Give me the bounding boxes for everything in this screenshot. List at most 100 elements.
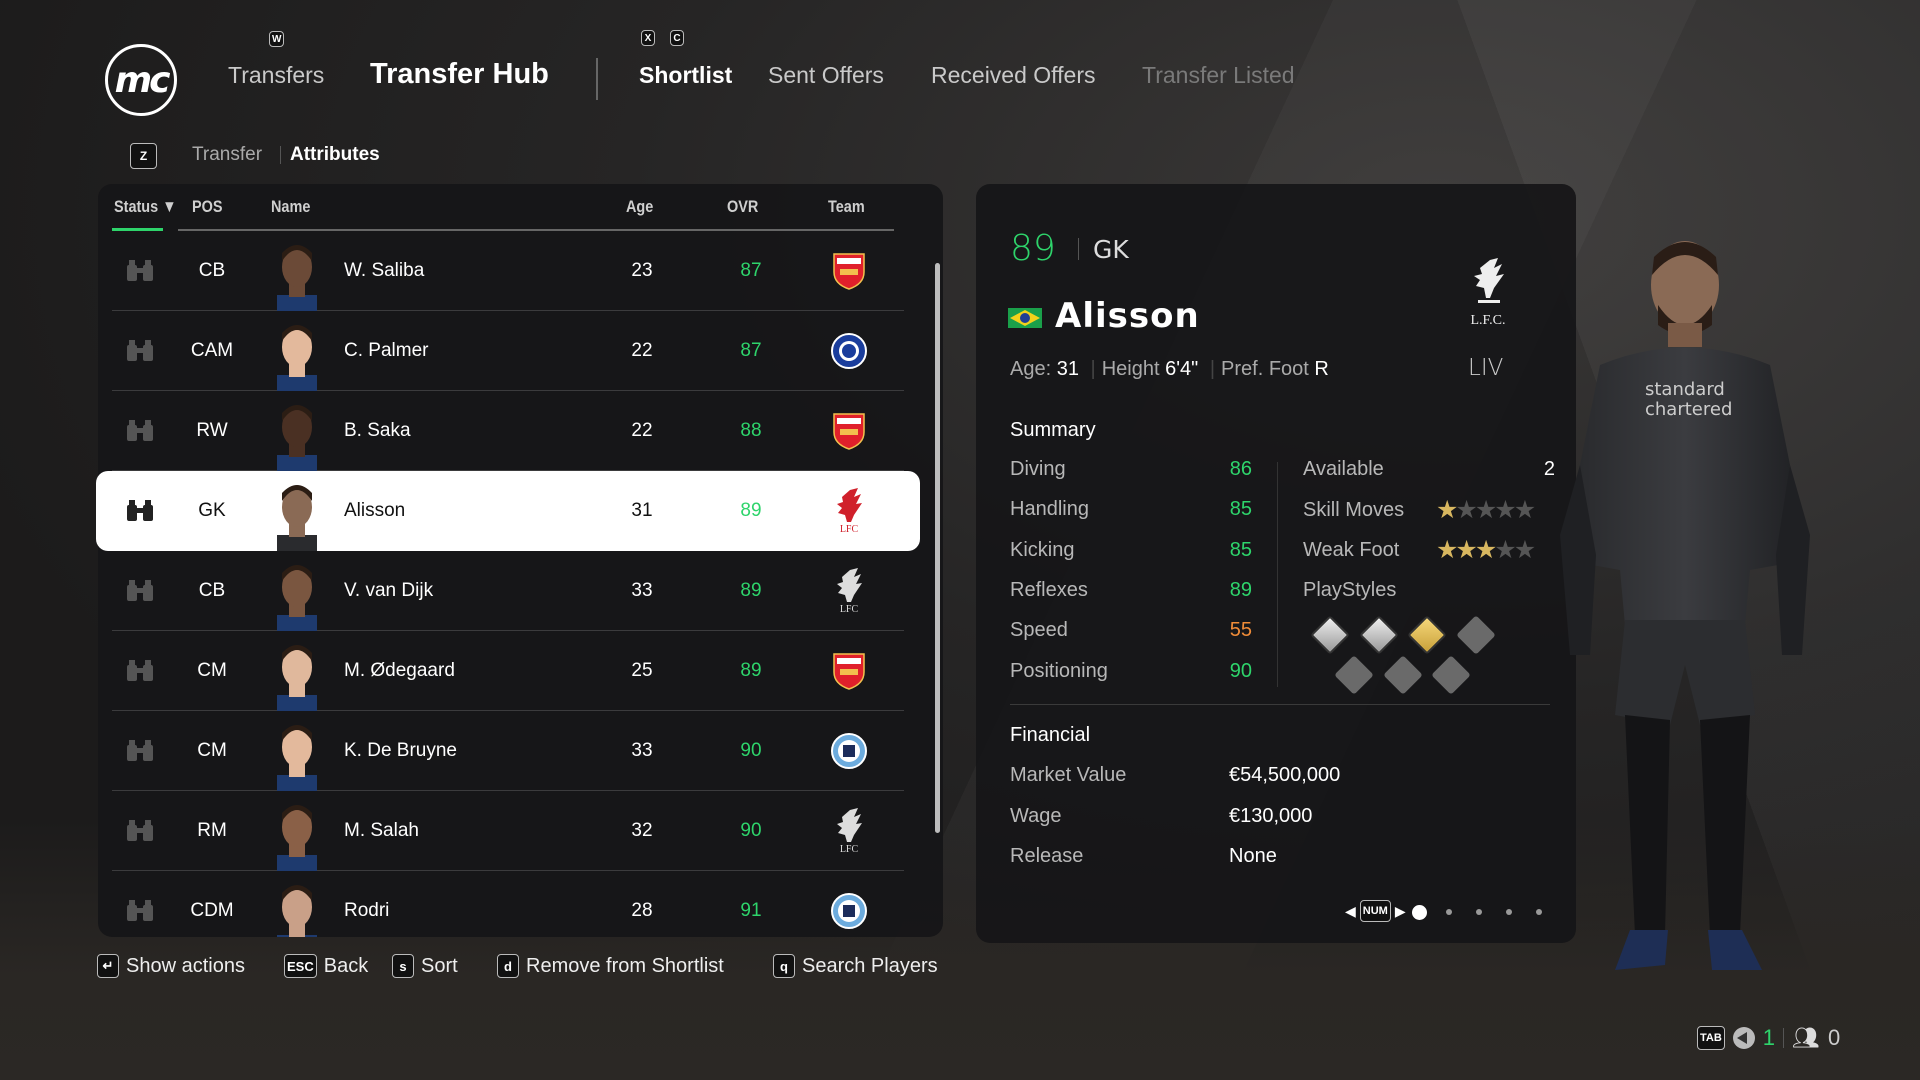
- detail-ovr: 89: [1010, 228, 1056, 269]
- player-position: CDM: [190, 900, 234, 921]
- player-name[interactable]: B. Saka: [344, 391, 411, 471]
- hint-label: Search Players: [802, 954, 938, 977]
- table-row[interactable]: RM M. Salah 32 90 LFC: [112, 791, 904, 871]
- binoculars-icon: [125, 551, 155, 631]
- player-name[interactable]: C. Palmer: [344, 311, 428, 391]
- page-dot[interactable]: [1506, 909, 1512, 915]
- player-photo: [269, 797, 325, 871]
- player-photo: [269, 637, 325, 711]
- table-row[interactable]: CM M. Ødegaard 25 89: [112, 631, 904, 711]
- table-row[interactable]: GK Alisson 31 89 LFC: [96, 471, 920, 551]
- key-tab: TAB: [1697, 1026, 1725, 1050]
- binoculars-icon: [125, 231, 155, 311]
- player-ovr: 88: [740, 420, 762, 441]
- hint-search-players[interactable]: q Search Players: [773, 954, 938, 978]
- svg-text:LFC: LFC: [840, 604, 859, 614]
- player-name[interactable]: K. De Bruyne: [344, 711, 457, 791]
- available-label: Available: [1303, 458, 1384, 480]
- stat-label: Reflexes: [1010, 578, 1088, 601]
- player-name[interactable]: Alisson: [344, 471, 405, 551]
- stat-value: 55: [1229, 619, 1252, 642]
- table-row[interactable]: RW B. Saka 22 88: [112, 391, 904, 471]
- skill-moves-stars: ★★★★★: [1436, 495, 1536, 525]
- star-icon: ★: [1436, 496, 1458, 524]
- player-position: CM: [197, 740, 227, 761]
- key-d: d: [497, 954, 519, 978]
- users-count: 0: [1827, 1025, 1841, 1050]
- arsenal-crest-icon: [832, 231, 866, 311]
- player-ovr: 91: [740, 900, 762, 921]
- player-photo: [269, 237, 325, 311]
- binoculars-icon: [125, 871, 155, 937]
- pager: ◀ NUM ▶: [1345, 900, 1406, 922]
- notification-icon: [1732, 1027, 1755, 1049]
- table-row[interactable]: CDM Rodri 28 91: [112, 871, 904, 937]
- page-dot[interactable]: [1476, 909, 1482, 915]
- star-icon: ★: [1474, 496, 1497, 524]
- svg-text:LFC: LFC: [840, 844, 859, 854]
- stat-value: 85: [1229, 538, 1252, 561]
- table-row[interactable]: CAM C. Palmer 22 87: [112, 311, 904, 391]
- stat-value: 90: [1229, 659, 1252, 682]
- hint-back[interactable]: ESC Back: [284, 954, 368, 978]
- chevron-left-icon[interactable]: ◀: [1345, 903, 1356, 920]
- playstyles-label: PlayStyles: [1303, 579, 1397, 601]
- player-position: CB: [198, 580, 226, 601]
- skill-moves-label: Skill Moves: [1303, 499, 1405, 521]
- player-name[interactable]: V. van Dijk: [344, 551, 433, 631]
- player-age: 22: [631, 420, 653, 441]
- star-icon: ★: [1513, 536, 1536, 564]
- player-position: CB: [198, 260, 226, 281]
- table-row[interactable]: CB V. van Dijk 33 89 LFC: [112, 551, 904, 631]
- financial-value: €130,000: [1229, 804, 1313, 827]
- stat-label: Handling: [1010, 498, 1089, 521]
- table-row[interactable]: CB W. Saliba 23 87: [112, 231, 904, 311]
- hint-sort[interactable]: s Sort: [392, 954, 458, 978]
- player-photo: [269, 477, 325, 551]
- liverpool-crest-icon: LFC: [832, 551, 866, 631]
- player-age: 31: [631, 500, 653, 521]
- page-dot[interactable]: [1411, 904, 1427, 920]
- divider: [1078, 238, 1079, 260]
- key-enter: ↵: [97, 954, 119, 978]
- player-position: GK: [198, 500, 226, 521]
- player-ovr: 90: [740, 740, 762, 761]
- binoculars-icon: [125, 631, 155, 711]
- binoculars-icon: [125, 391, 155, 471]
- page-dot[interactable]: [1446, 909, 1452, 915]
- bio-line: Age: 31 | Height 6'4" | Pref. Foot R: [1010, 358, 1329, 380]
- hint-label: Back: [323, 954, 369, 977]
- chevron-right-icon[interactable]: ▶: [1395, 903, 1406, 920]
- player-age: 32: [631, 820, 653, 841]
- svg-text:standard: standard: [1645, 379, 1725, 400]
- table-row[interactable]: CM K. De Bruyne 33 90: [112, 711, 904, 791]
- scrollbar[interactable]: [935, 263, 940, 833]
- player-name[interactable]: Rodri: [344, 871, 389, 937]
- stat-value: 89: [1229, 578, 1252, 601]
- hint-label: Show actions: [126, 954, 245, 977]
- star-icon: ★: [1494, 496, 1516, 524]
- player-position: RM: [197, 820, 227, 841]
- weak-foot-label: Weak Foot: [1303, 539, 1400, 561]
- player-name[interactable]: M. Ødegaard: [344, 631, 455, 711]
- player-position: CM: [197, 660, 227, 681]
- player-name[interactable]: M. Salah: [344, 791, 419, 871]
- player-photo: [269, 317, 325, 391]
- notification-count: 1: [1762, 1025, 1776, 1050]
- key-s: s: [392, 954, 414, 978]
- hint-show-actions[interactable]: ↵ Show actions: [97, 954, 245, 978]
- financial-label: Wage: [1010, 804, 1062, 827]
- star-icon: ★: [1494, 536, 1516, 564]
- stat-value: 86: [1229, 458, 1252, 480]
- hint-label: Remove from Shortlist: [526, 954, 724, 977]
- player-age: 23: [631, 260, 653, 281]
- stat-label: Speed: [1010, 619, 1068, 642]
- financial-label: Market Value: [1010, 764, 1127, 786]
- star-icon: ★: [1455, 496, 1477, 524]
- player-position: CAM: [190, 340, 234, 361]
- hint-remove-from-shortlist[interactable]: d Remove from Shortlist: [497, 954, 724, 978]
- detail-position: GK: [1093, 235, 1129, 264]
- player-name[interactable]: W. Saliba: [344, 231, 424, 311]
- binoculars-icon: [125, 791, 155, 871]
- star-icon: ★: [1513, 496, 1536, 524]
